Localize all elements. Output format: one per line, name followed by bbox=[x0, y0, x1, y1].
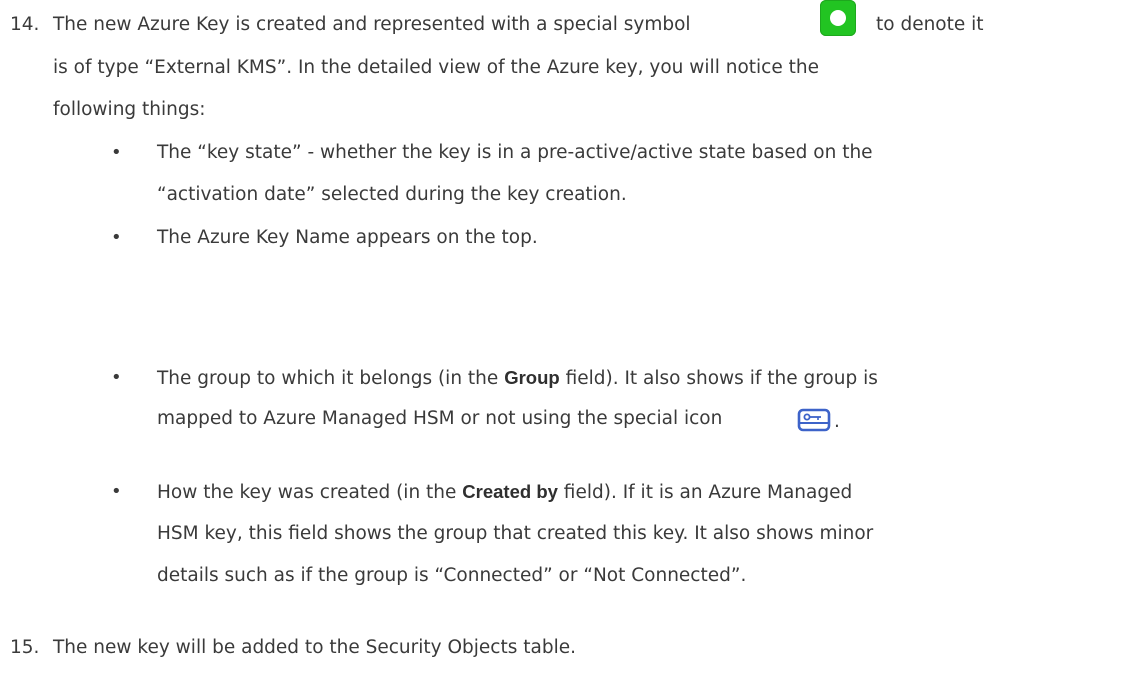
bullet4-line1-pre: How the key was created (in the bbox=[157, 482, 463, 503]
bullet-marker: • bbox=[111, 367, 122, 388]
step-number-14: 14. bbox=[10, 14, 40, 35]
step14-line2: is of type “External KMS”. In the detail… bbox=[53, 57, 819, 78]
bullet3-line2-end: . bbox=[834, 411, 840, 432]
bullet4-line1-post: field). If it is an Azure Managed bbox=[557, 482, 853, 503]
step15-text: The new key will be added to the Securit… bbox=[53, 637, 576, 658]
group-field-label: Group bbox=[504, 367, 560, 388]
hsm-key-icon bbox=[797, 408, 831, 432]
created-by-field-label: Created by bbox=[462, 481, 558, 502]
bullet2-line1: The Azure Key Name appears on the top. bbox=[157, 227, 538, 248]
external-kms-icon bbox=[820, 0, 856, 36]
bullet1-line2: “activation date” selected during the ke… bbox=[157, 184, 627, 205]
bullet4-line1: How the key was created (in the Created … bbox=[157, 479, 852, 506]
bullet3-line1-post: field). It also shows if the group is bbox=[559, 368, 878, 389]
bullet1-line1: The “key state” - whether the key is in … bbox=[157, 142, 873, 163]
bullet3-line1: The group to which it belongs (in the Gr… bbox=[157, 365, 878, 392]
step14-line1-end: to denote it bbox=[876, 14, 984, 35]
step-number-15: 15. bbox=[10, 637, 40, 658]
bullet-marker: • bbox=[111, 481, 122, 502]
bullet3-line1-pre: The group to which it belongs (in the bbox=[157, 368, 505, 389]
bullet-marker: • bbox=[111, 227, 122, 248]
document-page: 14. The new Azure Key is created and rep… bbox=[0, 0, 1135, 673]
bullet3-line2: mapped to Azure Managed HSM or not using… bbox=[157, 408, 723, 429]
bullet4-line3: details such as if the group is “Connect… bbox=[157, 565, 747, 586]
step14-line3: following things: bbox=[53, 99, 206, 120]
step14-line1-start: The new Azure Key is created and represe… bbox=[53, 14, 691, 35]
bullet4-line2: HSM key, this field shows the group that… bbox=[157, 523, 874, 544]
bullet-marker: • bbox=[111, 142, 122, 163]
